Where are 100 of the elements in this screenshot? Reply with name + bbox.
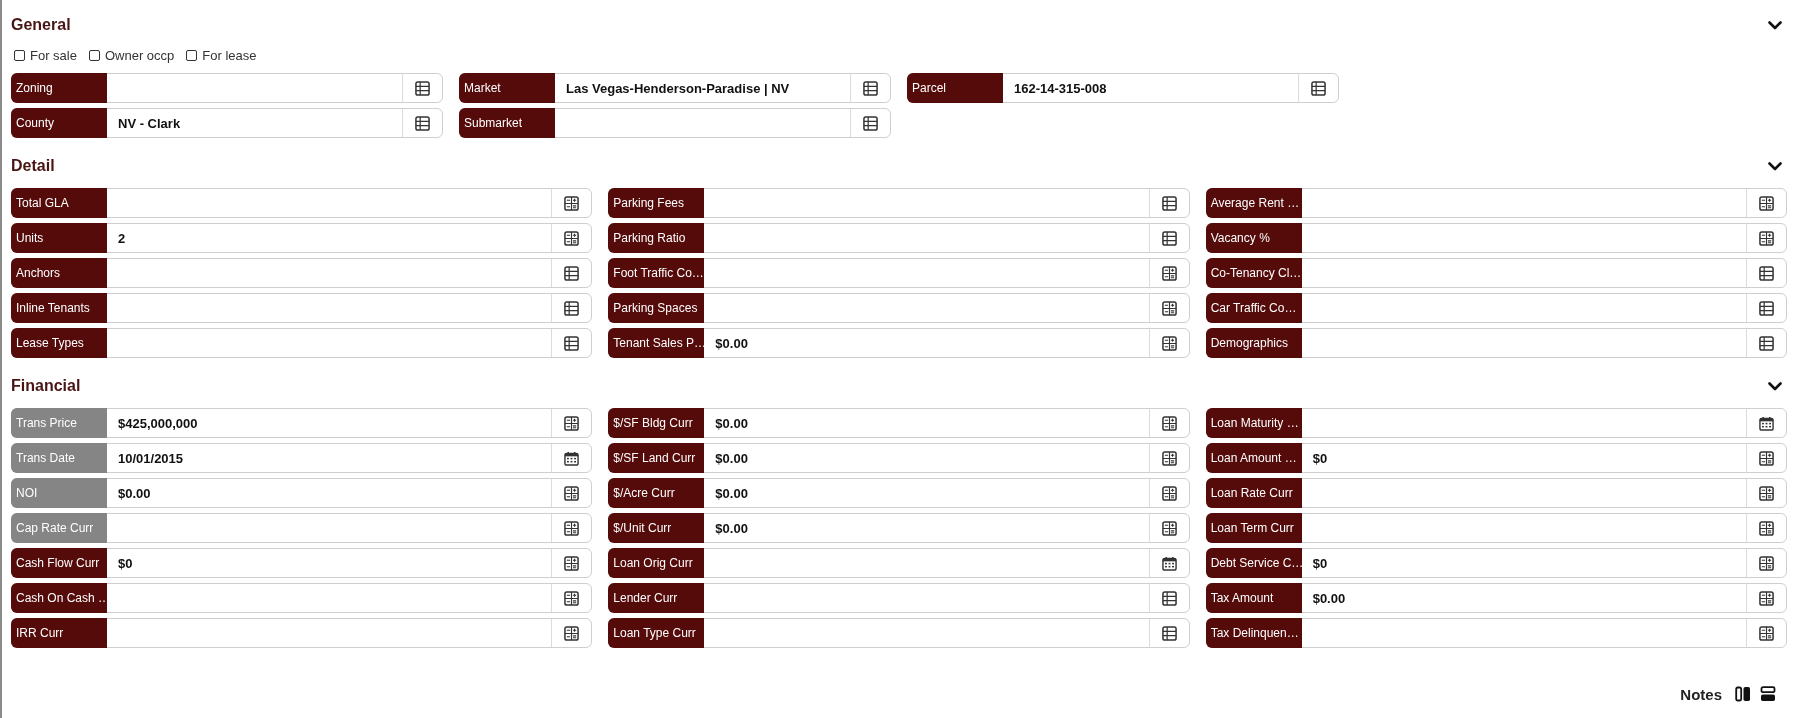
checkbox[interactable] [14,49,25,61]
field-label: $/SF Bldg Curr [608,408,705,438]
calculator-icon [1759,520,1774,536]
calculator-icon [1759,590,1774,606]
field-label: Tax Delinquen… [1205,618,1302,648]
input-field[interactable]: $0.00 [704,329,1149,357]
list-icon [415,115,430,131]
checkbox-label[interactable]: For lease [202,47,257,63]
field-label: Loan Term Curr [1205,513,1302,543]
field-label: Tax Amount [1205,583,1302,613]
input-field[interactable]: $0 [107,549,552,577]
list-icon [1161,625,1177,641]
field-label: Foot Traffic Co… [608,258,705,288]
list-icon [415,80,430,96]
list-icon [1759,265,1774,281]
field-label: Loan Amount … [1205,443,1302,473]
field-label: Parking Spaces [608,293,705,323]
input-field[interactable]: $0 [1301,444,1746,472]
calculator-icon [1161,485,1177,501]
field-label: Loan Type Curr [608,618,705,648]
calculator-icon [564,485,580,501]
checkbox-label[interactable]: Owner occp [104,47,175,63]
field-label: Trans Price [11,408,107,438]
field-label: IRR Curr [11,618,107,648]
field-label: $/SF Land Curr [608,443,705,473]
field-label: Parcel [907,73,1003,103]
field-label: Parking Fees [608,188,705,218]
list-icon [1311,80,1326,96]
list-icon [564,300,580,316]
input-field[interactable]: $0.00 [107,479,552,507]
checkbox-label[interactable]: For sale [30,47,77,63]
calculator-icon [564,230,580,246]
field-label: Cap Rate Curr [11,513,107,543]
field-label: Units [11,223,107,253]
field-label: Inline Tenants [11,293,107,323]
list-icon [1161,195,1177,211]
input-field[interactable]: $0.00 [704,514,1149,542]
field-label: Debt Service C… [1205,548,1302,578]
input-field[interactable]: $0.00 [704,479,1149,507]
field-label: Market [459,73,555,103]
input-field[interactable]: 162-14-315-008 [1003,74,1298,102]
calculator-icon [1759,625,1774,641]
field-label: Demographics [1205,328,1302,358]
calendar-icon [1759,415,1774,431]
chevron-down-icon[interactable] [1768,381,1782,391]
calculator-icon [564,195,580,211]
list-icon [863,115,878,131]
field-label: Co-Tenancy Cl… [1205,258,1302,288]
field-label: Loan Orig Curr [608,548,705,578]
chevron-down-icon[interactable] [1768,161,1782,171]
split-columns-icon[interactable] [1735,686,1751,702]
input-field[interactable]: $0.00 [704,409,1149,437]
calculator-icon [1161,520,1177,536]
chevron-down-icon[interactable] [1768,20,1782,30]
calculator-icon [1161,450,1177,466]
calendar-icon [564,450,580,466]
input-field[interactable]: 10/01/2015 [107,444,552,472]
calculator-icon [1161,265,1177,281]
input-field[interactable]: $425,000,000 [107,409,552,437]
field-label: Anchors [11,258,107,288]
list-icon [1759,300,1774,316]
input-field[interactable]: $0 [1301,549,1746,577]
field-label: County [11,108,107,138]
section-title: Financial [11,377,81,395]
field-label: Cash On Cash … [11,583,107,613]
field-label: Loan Maturity … [1205,408,1302,438]
field-label: Parking Ratio [608,223,705,253]
calculator-icon [564,415,580,431]
field-label: Cash Flow Curr [11,548,107,578]
calendar-icon [1161,555,1177,571]
field-label: Car Traffic Co… [1205,293,1302,323]
input-field[interactable]: $0.00 [1301,584,1746,612]
split-rows-icon[interactable] [1760,686,1776,702]
checkbox[interactable] [88,49,100,61]
field-label: Vacancy % [1205,223,1302,253]
list-icon [1759,335,1774,351]
list-icon [1161,590,1177,606]
field-label: Loan Rate Curr [1205,478,1302,508]
field-label: $/Unit Curr [608,513,705,543]
list-icon [1161,230,1177,246]
input-field[interactable]: 2 [107,224,552,252]
input-field[interactable]: Las Vegas-Henderson-Paradise | NV [555,74,850,102]
calculator-icon [564,625,580,641]
calculator-icon [1759,485,1774,501]
field-label: $/Acre Curr [608,478,705,508]
calculator-icon [1759,450,1774,466]
calculator-icon [1759,195,1774,211]
input-field[interactable]: $0.00 [704,444,1149,472]
section-title: General [11,16,71,34]
input-field[interactable]: NV - Clark [107,109,402,137]
calculator-icon [1161,335,1177,351]
notes-title: Notes [1680,685,1722,703]
field-label: Lender Curr [608,583,705,613]
calculator-icon [564,520,580,536]
field-label: Average Rent … [1205,188,1302,218]
field-label: NOI [11,478,107,508]
calculator-icon [1161,415,1177,431]
field-label: Zoning [11,73,107,103]
checkbox[interactable] [186,49,198,61]
calculator-icon [1161,300,1177,316]
